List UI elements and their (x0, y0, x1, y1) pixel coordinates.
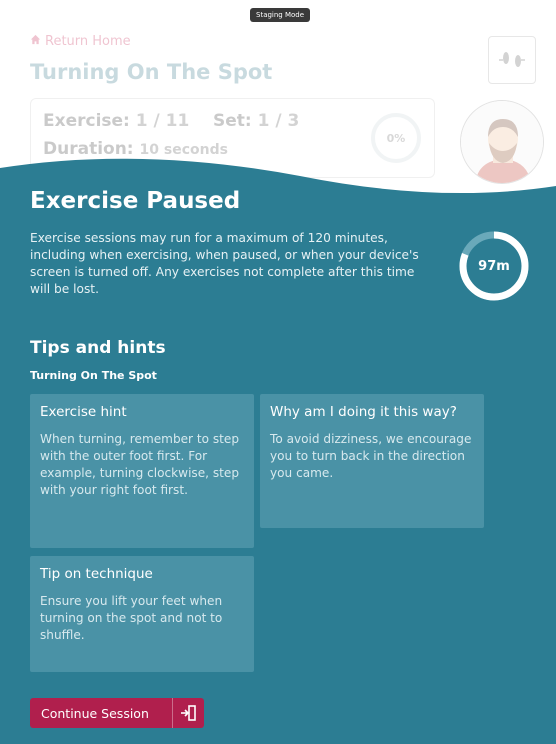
paused-title: Exercise Paused (30, 188, 241, 214)
tip-card-title: Tip on technique (40, 566, 153, 582)
tip-card-technique: Tip on technique Ensure you lift your fe… (30, 556, 254, 672)
set-label: Set: (213, 111, 252, 131)
time-remaining-label: 97m (478, 258, 510, 274)
home-icon (30, 34, 41, 49)
exercise-value: 1 / 11 (135, 111, 190, 131)
exit-door-icon (172, 698, 204, 728)
tip-card-body: To avoid dizziness, we encourage you to … (270, 432, 472, 480)
set-value: 1 / 3 (257, 111, 300, 131)
page-title: Turning On The Spot (30, 60, 273, 84)
return-home-label: Return Home (45, 34, 131, 49)
exercise-label: Exercise: (43, 111, 130, 131)
tip-card-title: Why am I doing it this way? (270, 404, 457, 420)
continue-session-button[interactable]: Continue Session (30, 698, 204, 728)
feet-icon (488, 36, 536, 84)
paused-message: Exercise sessions may run for a maximum … (30, 231, 419, 296)
return-home-link[interactable]: Return Home (30, 34, 131, 49)
tips-exercise-name: Turning On The Spot (30, 369, 157, 382)
tip-card-body: Ensure you lift your feet when turning o… (40, 594, 223, 642)
staging-mode-badge: Staging Mode (250, 8, 311, 22)
tip-card-exercise-hint: Exercise hint When turning, remember to … (30, 394, 254, 548)
tip-card-body: When turning, remember to step with the … (40, 432, 240, 497)
continue-session-label: Continue Session (41, 705, 149, 721)
tips-heading: Tips and hints (30, 338, 166, 358)
tip-card-why-this-way: Why am I doing it this way? To avoid diz… (260, 394, 484, 528)
tip-card-title: Exercise hint (40, 404, 127, 420)
exercise-set-line: Exercise: 1 / 11 Set: 1 / 3 (43, 111, 299, 131)
